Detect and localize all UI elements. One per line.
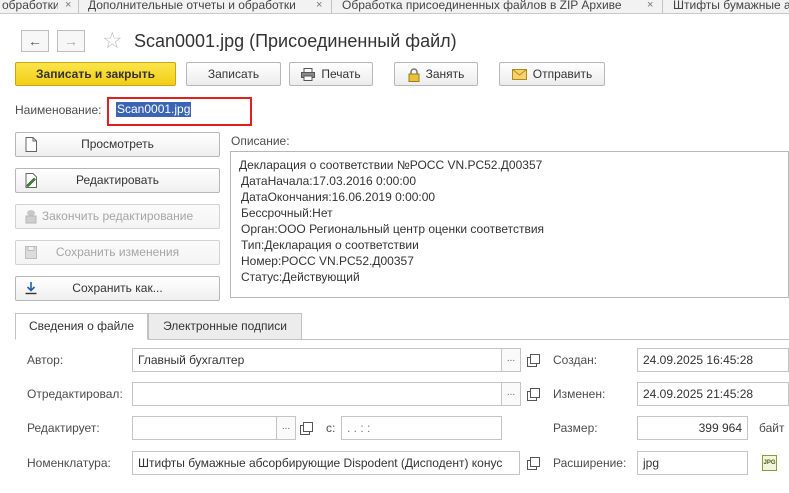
created-label: Создан: [553,353,598,367]
print-button[interactable]: Печать [289,62,373,86]
open-icon[interactable] [300,422,313,435]
button-label: Редактировать [76,173,159,187]
description-line: Бессрочный:Нет [241,206,333,220]
button-label: Сохранить изменения [55,245,180,259]
jpg-file-icon: JPG [762,455,777,471]
nomenclature-field[interactable]: Штифты бумажные абсорбирующие Dispodent … [132,451,520,475]
tab-label: Обработка присоединенных файлов в ZIP Ар… [342,0,622,12]
name-label: Наименование: [15,103,102,117]
edited-by-label: Отредактировал: [27,387,123,401]
button-label: Отправить [532,67,593,81]
finish-edit-icon [25,210,37,224]
tab-label: Дополнительные отчеты и обработки [88,0,296,12]
button-label: Записать и закрыть [36,67,155,81]
tab-separator [78,0,79,13]
window-tabs: обработки × Дополнительные отчеты и обра… [0,0,789,14]
finish-editing-button[interactable]: Закончить редактирование [15,204,220,229]
open-icon[interactable] [527,388,540,401]
document-icon [25,137,37,152]
name-field-value[interactable]: Scan0001.jpg [116,102,192,117]
tab-paper-points[interactable]: Штифты бумажные а [671,0,789,13]
tab-label: Штифты бумажные а [673,0,789,12]
tab-zip-processing[interactable]: Обработка присоединенных файлов в ZIP Ар… [340,0,640,13]
description-line: Декларация о соответствии №РОСС VN.PC52.… [239,158,543,172]
close-icon[interactable]: × [65,0,71,11]
tab-separator [331,0,332,13]
edit-button[interactable]: Редактировать [15,168,220,193]
description-line: Статус:Действующий [241,270,360,284]
close-icon[interactable]: × [316,0,322,11]
edit-pencil-icon [25,173,37,188]
back-button[interactable]: ← [21,30,49,52]
size-label: Размер: [553,421,598,435]
file-icon-text: JPG [763,460,776,466]
description-line: Тип:Декларация о соответствии [241,238,419,252]
extension-label: Расширение: [553,456,627,470]
author-label: Автор: [27,353,64,367]
tab-label: Сведения о файле [28,319,135,333]
open-icon[interactable] [527,354,540,367]
created-field[interactable]: 24.09.2025 16:45:28 [637,348,789,372]
author-field[interactable]: Главный бухгалтер [132,348,502,372]
arrow-left-icon: ← [28,33,42,49]
size-unit-label: байт [759,421,785,435]
save-changes-button[interactable]: Сохранить изменения [15,240,220,265]
page-title: Scan0001.jpg (Присоединенный файл) [134,31,457,51]
editing-label: Редактирует: [27,421,100,435]
size-field[interactable]: 399 964 [637,416,748,440]
arrow-right-icon: → [64,33,78,49]
view-button[interactable]: Просмотреть [15,132,220,157]
editing-field[interactable] [132,416,277,440]
send-button[interactable]: Отправить [499,62,605,86]
modified-field[interactable]: 24.09.2025 21:45:28 [637,382,789,406]
save-button[interactable]: Записать [186,62,281,86]
author-select-button[interactable]: ... [501,348,521,372]
extension-field[interactable]: jpg [637,451,748,475]
save-as-button[interactable]: Сохранить как... [15,276,220,301]
description-line: Орган:ООО Региональный центр оценки соот… [241,222,545,236]
save-and-close-button[interactable]: Записать и закрыть [15,62,176,86]
button-label: Закончить редактирование [41,209,194,223]
open-icon[interactable] [527,457,540,470]
download-icon [25,282,37,295]
lock-icon [408,68,420,82]
save-changes-icon [25,246,37,259]
tab-file-info[interactable]: Сведения о файле [15,313,148,340]
since-datetime-field[interactable]: . . : : [341,416,502,440]
button-label: Печать [321,67,361,81]
favorite-star-icon[interactable]: ☆ [102,26,123,54]
tab-additional-reports[interactable]: Дополнительные отчеты и обработки [86,0,311,13]
tab-label: Электронные подписи [163,319,287,333]
description-line: ДатаОкончания:16.06.2019 0:00:00 [241,190,436,204]
editing-select-button[interactable]: ... [276,416,296,440]
tab-label: обработки [2,0,58,12]
description-textarea[interactable]: Декларация о соответствии №РОСС VN.PC52.… [230,151,789,298]
close-icon[interactable]: × [647,0,653,11]
button-label: Занять [425,67,465,81]
button-label: Сохранить как... [72,281,163,295]
description-line: Номер:РОСС VN.PC52.Д00357 [241,254,414,268]
envelope-icon [511,69,527,81]
printer-icon [301,68,316,82]
lock-button[interactable]: Занять [394,62,478,86]
tab-processing[interactable]: обработки [0,0,58,13]
tab-separator [662,0,663,13]
edited-by-select-button[interactable]: ... [501,382,521,406]
description-label: Описание: [231,134,290,148]
button-label: Просмотреть [81,137,154,151]
since-label: с: [326,421,336,435]
edited-by-field[interactable] [132,382,502,406]
nomenclature-label: Номенклатура: [27,456,111,470]
tab-digital-signatures[interactable]: Электронные подписи [148,313,302,340]
forward-button[interactable]: → [57,30,85,52]
description-line: ДатаНачала:17.03.2016 0:00:00 [241,174,417,188]
modified-label: Изменен: [553,387,606,401]
button-label: Записать [207,67,260,81]
